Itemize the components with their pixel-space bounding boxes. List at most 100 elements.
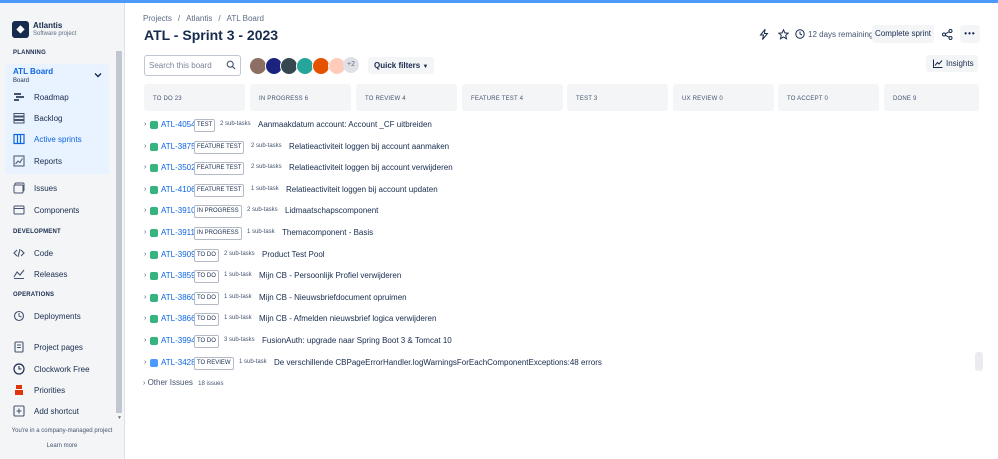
sidebar-item-issues[interactable]: Issues <box>5 178 109 198</box>
complete-sprint-button[interactable]: Complete sprint <box>872 25 934 43</box>
issue-row[interactable]: › ATL-3860 TO DO 1 sub-task Mijn CB - Nieuws… <box>143 292 943 306</box>
search-input[interactable]: Search this board <box>144 55 241 76</box>
issue-row[interactable]: › ATL-3875 FEATURE TEST 2 sub-tasks Relatiea… <box>143 141 943 155</box>
sidebar-item-project-pages[interactable]: Project pages <box>5 337 109 357</box>
other-issues-count: 18 issues <box>198 381 224 387</box>
star-icon[interactable] <box>778 29 789 40</box>
sidebar-item-components[interactable]: Components <box>5 200 109 220</box>
issue-row[interactable]: › ATL-3911 IN PROGRESS 1 sub-task Themacompo… <box>143 227 943 241</box>
lightning-icon[interactable] <box>759 29 769 40</box>
sidebar-item-clockwork[interactable]: Clockwork Free <box>5 359 109 379</box>
issue-summary[interactable]: De verschillende CBPageErrorHandler.logW… <box>274 358 602 367</box>
chevron-right-icon[interactable]: › <box>144 186 146 193</box>
issue-row[interactable]: › ATL-3428 TO REVIEW 1 sub-task De verschill… <box>143 357 943 371</box>
chevron-right-icon[interactable]: › <box>144 164 146 171</box>
sidebar-item-deployments[interactable]: Deployments <box>5 306 109 326</box>
issue-summary[interactable]: Lidmaatschapscomponent <box>285 206 378 215</box>
issue-row[interactable]: › ATL-4054 TEST 2 sub-tasks Aanmaakdatum acc… <box>143 119 943 133</box>
learn-more-link[interactable]: Learn more <box>0 443 124 449</box>
issue-key[interactable]: ATL-4054 <box>161 120 196 129</box>
issue-summary[interactable]: Mijn CB - Nieuwsbriefdocument opruimen <box>259 293 407 302</box>
issue-summary[interactable]: Mijn CB - Afmelden nieuwsbrief logica ve… <box>259 314 436 323</box>
sidebar-scrollbar[interactable] <box>116 51 122 413</box>
column-header-feature-test: FEATURE TEST 4 <box>462 84 563 111</box>
issue-summary[interactable]: Product Test Pool <box>262 250 325 259</box>
issue-key[interactable]: ATL-4106 <box>161 185 196 194</box>
chevron-right-icon[interactable]: › <box>144 315 146 322</box>
story-type-icon <box>150 315 158 323</box>
issue-row[interactable]: › ATL-3994 TO DO 3 sub-tasks FusionAuth: upg… <box>143 335 943 349</box>
issue-key[interactable]: ATL-3910 <box>161 206 196 215</box>
column-header-done: DONE 9 <box>884 84 979 111</box>
breadcrumb-projects[interactable]: Projects <box>143 14 172 23</box>
add-shortcut-icon <box>13 405 25 417</box>
main-scrollbar[interactable] <box>975 352 983 371</box>
sidebar-item-label: Components <box>34 206 80 215</box>
issue-summary[interactable]: Aanmaakdatum account: Account _CF uitbre… <box>258 120 432 129</box>
issue-row[interactable]: › ATL-3859 TO DO 1 sub-task Mijn CB - Persoo… <box>143 270 943 284</box>
issue-key[interactable]: ATL-3502 <box>161 163 196 172</box>
story-type-icon <box>150 143 158 151</box>
status-badge: TO DO <box>194 335 219 348</box>
quick-filters-button[interactable]: Quick filters ▼ <box>368 57 434 74</box>
sidebar-item-backlog[interactable]: Backlog <box>5 108 109 128</box>
scroll-down-icon[interactable]: ▼ <box>117 415 122 421</box>
issue-summary[interactable]: Relatieactiviteit loggen bij account ver… <box>289 163 453 172</box>
board-selector[interactable]: ATL Board Board <box>5 64 109 88</box>
chevron-right-icon[interactable]: › <box>144 359 146 366</box>
issue-summary[interactable]: Themacomponent - Basis <box>282 228 373 237</box>
issue-key[interactable]: ATL-3428 <box>161 358 196 367</box>
sidebar-item-roadmap[interactable]: Roadmap <box>5 87 109 107</box>
issue-key[interactable]: ATL-3859 <box>161 271 196 280</box>
other-issues-toggle[interactable]: › Other Issues 18 issues <box>143 378 224 387</box>
issue-key[interactable]: ATL-3875 <box>161 142 196 151</box>
subtask-count: 2 sub-tasks <box>224 251 255 257</box>
board-icon <box>13 133 25 145</box>
releases-icon <box>13 269 25 279</box>
column-label: IN PROGRESS 6 <box>259 96 309 102</box>
chevron-right-icon[interactable]: › <box>144 121 146 128</box>
column-header-in-progress: IN PROGRESS 6 <box>250 84 351 111</box>
chevron-right-icon[interactable]: › <box>144 251 146 258</box>
project-name: Atlantis <box>33 21 63 30</box>
chevron-right-icon[interactable]: › <box>144 294 146 301</box>
issue-row[interactable]: › ATL-3502 FEATURE TEST 2 sub-tasks Relatiea… <box>143 162 943 176</box>
issue-summary[interactable]: Relatieactiviteit loggen bij account aan… <box>289 142 449 151</box>
chevron-right-icon[interactable]: › <box>144 143 146 150</box>
sidebar-item-reports[interactable]: Reports <box>5 151 109 171</box>
sidebar-item-priorities[interactable]: Priorities <box>5 380 109 400</box>
chevron-right-icon[interactable]: › <box>144 229 146 236</box>
sidebar-item-releases[interactable]: Releases <box>5 264 109 284</box>
avatar-more[interactable]: +2 <box>343 57 359 73</box>
insights-button[interactable]: Insights <box>926 55 978 72</box>
issue-key[interactable]: ATL-3909 <box>161 250 196 259</box>
subtask-count: 2 sub-tasks <box>220 121 251 127</box>
issue-key[interactable]: ATL-3866 <box>161 314 196 323</box>
sidebar-item-active-sprints[interactable]: Active sprints <box>5 129 109 149</box>
issue-key[interactable]: ATL-3911 <box>161 228 195 237</box>
roadmap-icon <box>14 93 24 101</box>
issue-row[interactable]: › ATL-3909 TO DO 2 sub-tasks Product Test Po… <box>143 249 943 263</box>
issue-key[interactable]: ATL-3860 <box>161 293 196 302</box>
chevron-right-icon[interactable]: › <box>144 207 146 214</box>
issue-summary[interactable]: FusionAuth: upgrade naar Spring Boot 3 &… <box>262 336 452 345</box>
breadcrumb-board[interactable]: ATL Board <box>227 14 264 23</box>
breadcrumb-project[interactable]: Atlantis <box>186 14 212 23</box>
issue-row[interactable]: › ATL-3910 IN PROGRESS 2 sub-tasks Lidmaatsc… <box>143 205 943 219</box>
issue-row[interactable]: › ATL-4106 FEATURE TEST 1 sub-task Relatieac… <box>143 184 943 198</box>
status-badge: TO REVIEW <box>194 357 234 370</box>
page-title: ATL - Sprint 3 - 2023 <box>144 27 279 43</box>
issue-summary[interactable]: Mijn CB - Persoonlijk Profiel verwijdere… <box>259 271 401 280</box>
chevron-right-icon[interactable]: › <box>144 272 146 279</box>
share-icon[interactable] <box>942 29 953 40</box>
column-label: FEATURE TEST 4 <box>471 96 524 102</box>
issue-key[interactable]: ATL-3994 <box>161 336 196 345</box>
issue-summary[interactable]: Relatieactiviteit loggen bij account upd… <box>286 185 438 194</box>
issue-row[interactable]: › ATL-3866 TO DO 1 sub-task Mijn CB - Afmeld… <box>143 313 943 327</box>
column-header-ux-review: UX REVIEW 0 <box>673 84 774 111</box>
status-badge: FEATURE TEST <box>194 184 245 197</box>
chevron-right-icon[interactable]: › <box>144 337 146 344</box>
sidebar-item-code[interactable]: Code <box>5 243 109 263</box>
sidebar-item-add-shortcut[interactable]: Add shortcut <box>5 401 109 421</box>
more-actions-icon[interactable]: ••• <box>960 25 980 43</box>
